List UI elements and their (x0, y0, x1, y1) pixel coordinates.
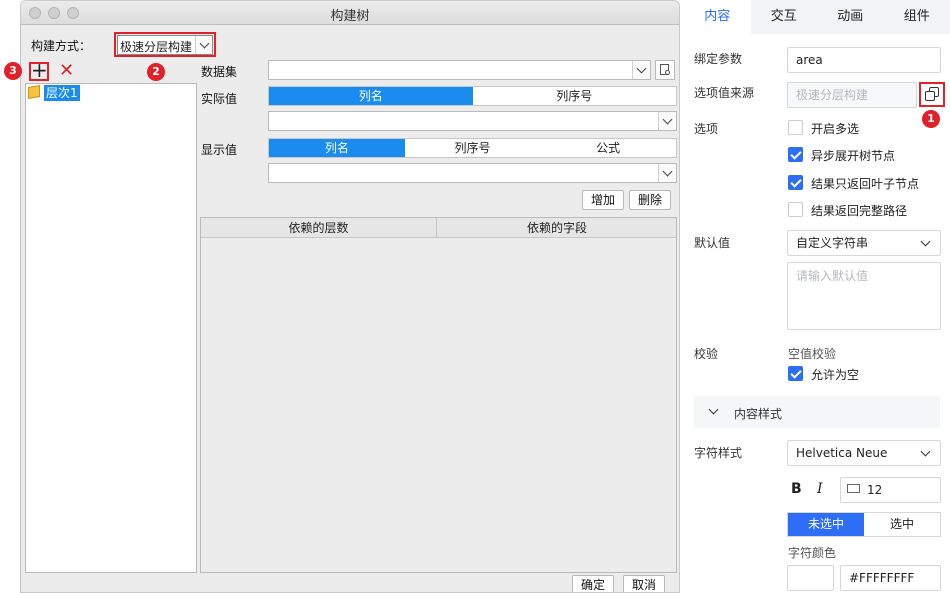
full-path-checkbox[interactable] (788, 202, 803, 217)
chevron-down-icon (920, 446, 931, 457)
option-source-label: 选项值来源 (694, 86, 755, 100)
allow-empty-checkbox[interactable] (788, 366, 803, 381)
default-value-textarea[interactable]: 请输入默认值 (787, 262, 941, 330)
dialog-titlebar: 构建树 (21, 1, 679, 25)
default-value-label: 默认值 (694, 236, 731, 250)
options-label: 选项 (694, 122, 719, 136)
add-button[interactable]: 增加 (582, 190, 624, 210)
tree-panel: 层次1 (25, 83, 197, 573)
build-method-label: 构建方式： (31, 39, 92, 53)
properties-panel: 内容 交互 动画 组件 绑定参数 area 选项值来源 极速分层构建 1 选项 … (684, 0, 950, 593)
empty-check-label: 空值校验 (788, 347, 837, 361)
display-value-select[interactable] (268, 163, 677, 183)
default-type-value: 自定义字符串 (796, 236, 869, 250)
option-source-input[interactable]: 极速分层构建 (787, 82, 917, 108)
color-hex-input[interactable]: #FFFFFFFF (840, 565, 941, 591)
tab-animation[interactable]: 动画 (817, 0, 884, 34)
selected-tab[interactable]: 选中 (864, 513, 940, 536)
annotation-badge-3: 3 (4, 62, 22, 80)
display-tab-colindex[interactable]: 列序号 (405, 139, 541, 157)
char-color-label: 字符颜色 (788, 546, 837, 560)
tab-component[interactable]: 组件 (884, 0, 950, 34)
unselected-tab[interactable]: 未选中 (788, 513, 864, 536)
italic-button[interactable]: I (817, 481, 823, 497)
actual-value-tabs: 列名 列序号 (268, 86, 677, 106)
bold-button[interactable]: B (791, 481, 802, 497)
annotation-badge-2: 2 (147, 63, 165, 81)
preview-dataset-icon[interactable] (655, 60, 675, 80)
tree-node[interactable]: 层次1 (44, 85, 80, 101)
chevron-down-icon (920, 236, 931, 247)
full-path-label: 结果返回完整路径 (811, 204, 908, 218)
allow-empty-label: 允许为空 (811, 368, 860, 382)
leaf-only-checkbox[interactable] (788, 175, 803, 190)
default-type-select[interactable]: 自定义字符串 (787, 230, 941, 256)
annotation-badge-1: 1 (922, 110, 940, 128)
content-style-section[interactable]: 内容样式 (694, 396, 940, 428)
cancel-button[interactable]: 取消 (623, 575, 665, 592)
selection-toggle: 未选中 选中 (787, 512, 941, 537)
chevron-down-icon (632, 61, 650, 79)
chevron-down-icon (658, 164, 676, 182)
display-value-label: 显示值 (201, 143, 238, 157)
font-family-value: Helvetica Neue (796, 446, 888, 460)
bind-param-input[interactable]: area (787, 47, 941, 73)
dependency-table: 依赖的层数 依赖的字段 (200, 217, 677, 573)
dialog-title: 构建树 (330, 9, 370, 24)
actual-value-label: 实际值 (201, 92, 238, 106)
annotation-box-2 (114, 32, 216, 57)
dataset-label: 数据集 (201, 65, 238, 79)
table-header-fields: 依赖的字段 (526, 221, 587, 235)
cube-icon (28, 84, 40, 100)
async-expand-checkbox[interactable] (788, 147, 803, 162)
table-header-levels: 依赖的层数 (201, 218, 437, 238)
table-header: 依赖的层数 依赖的字段 (201, 218, 676, 238)
ok-button[interactable]: 确定 (572, 575, 614, 592)
char-style-label: 字符样式 (694, 446, 743, 460)
display-value-tabs: 列名 列序号 公式 (268, 138, 677, 158)
remove-button[interactable]: 删除 (629, 190, 671, 210)
color-swatch[interactable] (787, 565, 834, 591)
tab-interaction[interactable]: 交互 (751, 0, 818, 34)
build-tree-dialog: 构建树 构建方式： 极速分层构建 + ✕ 层次1 数据集 实际值 列名 列序号 … (20, 0, 680, 593)
actual-tab-colname[interactable]: 列名 (269, 87, 473, 105)
copy-icon[interactable] (925, 87, 939, 101)
dataset-select[interactable] (268, 60, 651, 80)
actual-value-select[interactable] (268, 111, 677, 131)
validation-label: 校验 (694, 347, 719, 361)
content-style-label: 内容样式 (734, 407, 783, 421)
multi-select-checkbox[interactable] (788, 120, 803, 135)
add-icon[interactable]: + (31, 59, 48, 81)
delete-icon[interactable]: ✕ (59, 60, 74, 82)
bind-param-label: 绑定参数 (694, 52, 743, 66)
font-family-select[interactable]: Helvetica Neue (787, 440, 941, 466)
actual-tab-colindex[interactable]: 列序号 (473, 87, 677, 105)
multi-select-label: 开启多选 (811, 122, 860, 136)
tab-content[interactable]: 内容 (684, 0, 751, 34)
async-expand-label: 异步展开树节点 (811, 149, 896, 163)
monitor-icon (847, 484, 860, 493)
display-tab-formula[interactable]: 公式 (540, 139, 676, 157)
leaf-only-label: 结果只返回叶子节点 (811, 177, 920, 191)
panel-tabs: 内容 交互 动画 组件 (684, 0, 950, 34)
display-tab-colname[interactable]: 列名 (269, 139, 405, 157)
chevron-down-icon (708, 404, 719, 415)
chevron-down-icon (658, 112, 676, 130)
